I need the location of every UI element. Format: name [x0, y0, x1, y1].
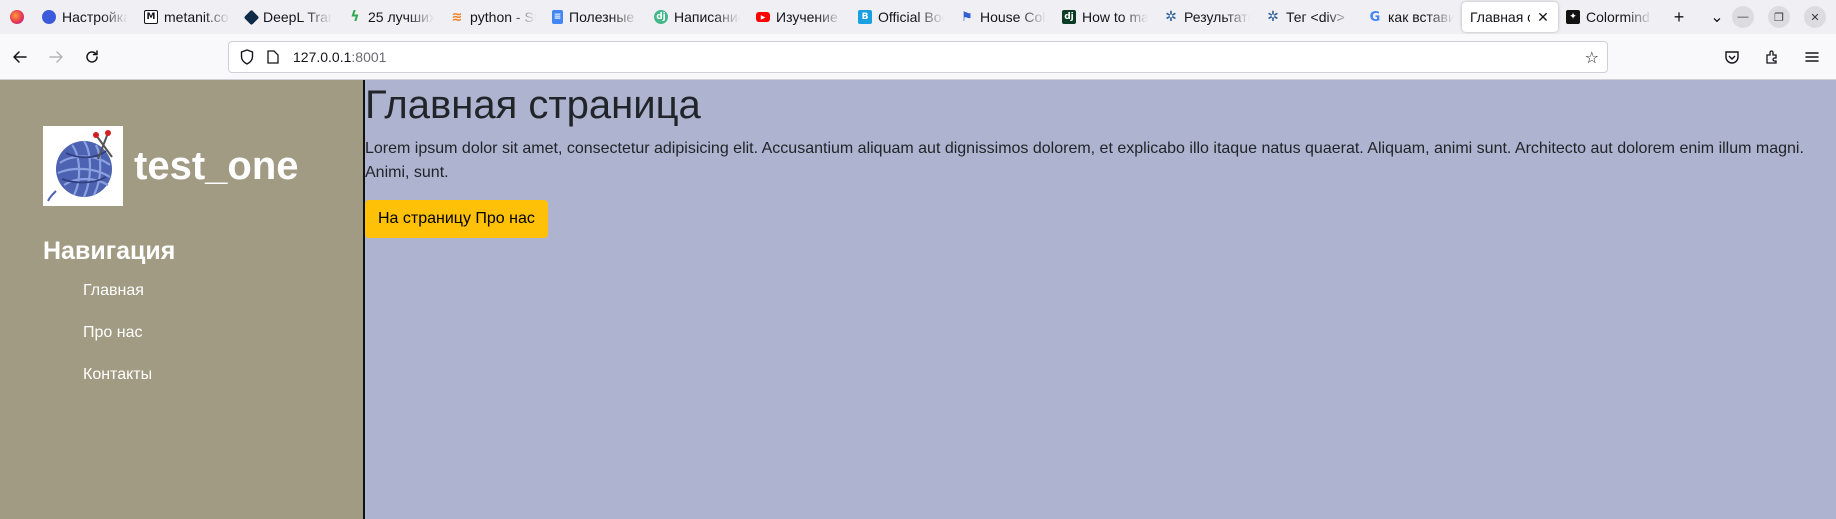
- django-icon: dj: [654, 10, 668, 24]
- reload-icon[interactable]: [76, 41, 108, 73]
- tab-6[interactable]: dj Написание: [646, 2, 748, 32]
- nav-list: Главная Про нас Контакты: [43, 282, 363, 384]
- tab-active[interactable]: Главная с ✕: [1462, 2, 1558, 32]
- nav-heading: Навигация: [43, 237, 176, 265]
- tab-strip: Настройка M metanit.com DeepL Translate …: [0, 0, 1836, 34]
- tab-label: Colormind: [1586, 9, 1650, 25]
- tab-11[interactable]: ✲ Результаты: [1156, 2, 1258, 32]
- page-viewport: test_one Навигация Главная Про нас Конта…: [0, 80, 1836, 519]
- tab-10[interactable]: dj How to make: [1054, 2, 1156, 32]
- forward-arrow-icon[interactable]: [40, 41, 72, 73]
- about-page-button[interactable]: На страницу Про нас: [365, 200, 548, 238]
- tab-2[interactable]: DeepL Translate: [238, 2, 340, 32]
- nav-link-home[interactable]: Главная: [83, 282, 144, 299]
- tab-label: 25 лучших: [368, 9, 434, 25]
- tab-3[interactable]: ϟ 25 лучших: [340, 2, 442, 32]
- nav-link-contacts[interactable]: Контакты: [83, 366, 152, 383]
- gear-icon: ✲: [1267, 9, 1279, 25]
- tab-label: House Colors: [980, 9, 1046, 25]
- tab-label: DeepL Translate: [263, 9, 332, 25]
- back-arrow-icon[interactable]: [4, 41, 36, 73]
- restore-icon[interactable]: ❐: [1768, 6, 1790, 28]
- minimize-icon[interactable]: —: [1732, 6, 1754, 28]
- youtube-icon: ▶: [756, 12, 770, 22]
- colormind-icon: ✦: [1566, 10, 1580, 24]
- pocket-icon[interactable]: [1716, 41, 1748, 73]
- tab-15[interactable]: ✦ Colormind: [1558, 2, 1660, 32]
- nav-item: Про нас: [83, 324, 363, 342]
- tab-5[interactable]: ≡ Полезные: [544, 2, 646, 32]
- tab-12[interactable]: ✲ Тег <div>: [1258, 2, 1360, 32]
- firefox-view-icon[interactable]: [0, 0, 34, 34]
- lightning-icon: ϟ: [350, 9, 360, 25]
- main-content: Главная страница Lorem ipsum dolor sit a…: [365, 80, 1836, 519]
- tab-list-chevron-icon[interactable]: ⌄: [1698, 0, 1736, 34]
- tab-label: python - Stack: [470, 9, 536, 25]
- intro-text: Lorem ipsum dolor sit amet, consectetur …: [365, 140, 1804, 181]
- extensions-icon[interactable]: [1756, 41, 1788, 73]
- tab-label: как вставить: [1388, 9, 1454, 25]
- tab-4[interactable]: ≋ python - Stack: [442, 2, 544, 32]
- nav-item: Контакты: [83, 366, 363, 384]
- tab-label: Настройка: [62, 9, 128, 25]
- tab-label: Написание: [674, 9, 740, 25]
- close-window-icon[interactable]: ✕: [1804, 6, 1826, 28]
- tab-1[interactable]: M metanit.com: [136, 2, 238, 32]
- tab-7[interactable]: ▶ Изучение: [748, 2, 850, 32]
- deepl-icon: [243, 9, 260, 25]
- tab-9[interactable]: ⚑ House Colors: [952, 2, 1054, 32]
- menu-hamburger-icon[interactable]: [1796, 41, 1828, 73]
- tab-13[interactable]: G как вставить: [1360, 2, 1462, 32]
- tab-label: Тег <div>: [1286, 9, 1345, 25]
- firefox-settings-icon: [42, 10, 56, 24]
- nav-link-about[interactable]: Про нас: [83, 324, 142, 341]
- brand-name: test_one: [134, 143, 299, 188]
- metanit-icon: M: [144, 10, 158, 24]
- google-icon: G: [1369, 9, 1381, 25]
- nav-item: Главная: [83, 282, 363, 300]
- url-bar[interactable]: 127.0.0.1:8001 ☆: [228, 41, 1608, 73]
- brand[interactable]: test_one: [43, 126, 363, 206]
- sidebar: test_one Навигация Главная Про нас Конта…: [0, 80, 365, 519]
- toolbar-right: [1716, 41, 1828, 73]
- tab-label: How to make: [1082, 9, 1148, 25]
- tab-label: Главная с: [1470, 9, 1530, 25]
- yarn-ball-logo-icon: [43, 126, 123, 206]
- tab-label: Результаты: [1184, 9, 1250, 25]
- gear-icon: ✲: [1165, 9, 1177, 25]
- bookmark-star-icon[interactable]: ☆: [1585, 48, 1599, 68]
- tab-0[interactable]: Настройка: [34, 2, 136, 32]
- django-dark-icon: dj: [1062, 10, 1076, 24]
- close-tab-icon[interactable]: ✕: [1536, 9, 1550, 26]
- tab-8[interactable]: B Official Bootstrap: [850, 2, 952, 32]
- url-port: :8001: [351, 49, 387, 65]
- new-tab-button[interactable]: +: [1660, 0, 1698, 34]
- navigation-toolbar: 127.0.0.1:8001 ☆: [0, 34, 1836, 80]
- tab-list: Настройка M metanit.com DeepL Translate …: [34, 0, 1660, 34]
- shield-icon[interactable]: [239, 49, 255, 65]
- flag-icon: ⚑: [961, 9, 973, 25]
- tab-label: Official Bootstrap: [878, 9, 944, 25]
- tab-label: Изучение: [776, 9, 838, 25]
- tab-label: Полезные: [569, 9, 635, 25]
- page-icon[interactable]: [267, 50, 281, 64]
- stackoverflow-icon: ≋: [451, 9, 463, 25]
- page-title: Главная страница: [365, 83, 701, 127]
- window-controls: — ❐ ✕: [1732, 0, 1826, 34]
- bootstrap-icon: B: [858, 10, 872, 24]
- google-docs-icon: ≡: [552, 10, 563, 24]
- tab-label: metanit.com: [164, 9, 230, 25]
- url-host: 127.0.0.1: [293, 49, 352, 65]
